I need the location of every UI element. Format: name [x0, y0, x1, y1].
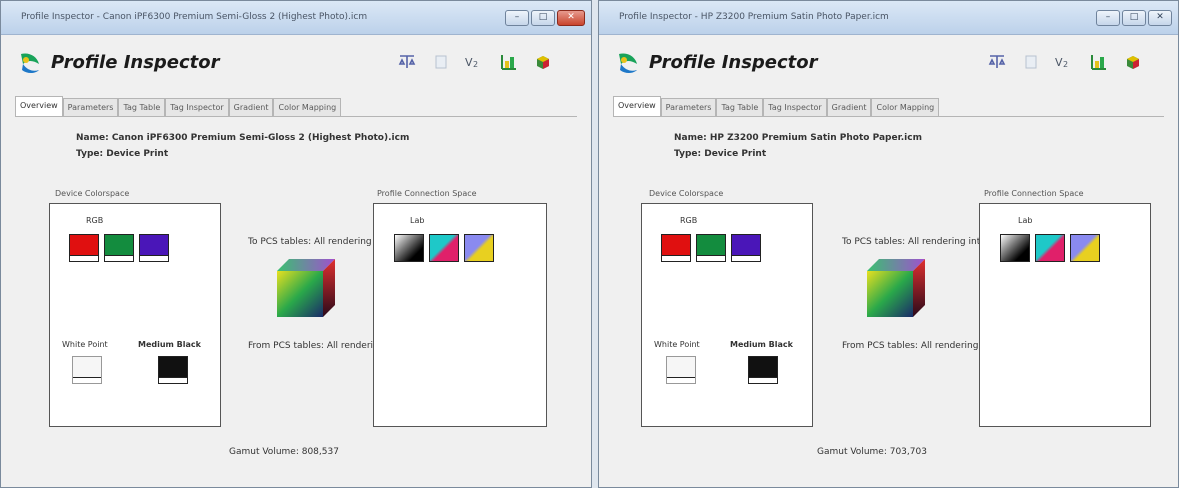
lab-a-swatch[interactable]: [429, 234, 459, 262]
scale-icon[interactable]: [396, 52, 418, 72]
minimize-button[interactable]: –: [505, 10, 529, 26]
white-point-label: White Point: [654, 340, 700, 349]
pcs-value: Lab: [1018, 216, 1033, 225]
tab-gradient[interactable]: Gradient: [826, 98, 872, 116]
tab-gradient[interactable]: Gradient: [228, 98, 274, 116]
overview-content: Name: Canon iPF6300 Premium Semi-Gloss 2…: [15, 117, 577, 487]
red-swatch[interactable]: [69, 234, 99, 262]
toolbar: V2: [396, 52, 554, 72]
profile-name: Name: Canon iPF6300 Premium Semi-Gloss 2…: [76, 133, 410, 143]
white-point-label: White Point: [62, 340, 108, 349]
medium-black-label: Medium Black: [138, 340, 201, 349]
svg-text:2: 2: [1063, 60, 1068, 69]
profile-type: Type: Device Print: [674, 149, 767, 159]
green-swatch[interactable]: [104, 234, 134, 262]
cube-icon[interactable]: [532, 52, 554, 72]
tab-overview[interactable]: Overview: [15, 96, 63, 116]
toolbar: V2: [986, 52, 1144, 72]
screenshot-root: Profile Inspector - Canon iPF6300 Premiu…: [0, 0, 1179, 488]
device-colorspace-label: Device Colorspace: [649, 189, 724, 198]
lab-lightness-swatch[interactable]: [394, 234, 424, 262]
tab-tag-inspector[interactable]: Tag Inspector: [165, 98, 229, 116]
svg-text:V: V: [1055, 56, 1063, 69]
device-colorspace-label: Device Colorspace: [55, 189, 130, 198]
device-colorspace-panel: RGB White Point Medium Black: [49, 203, 221, 427]
medium-black-swatch[interactable]: [158, 356, 188, 384]
gamut-volume: Gamut Volume: 808,537: [229, 447, 339, 457]
device-colorspace-panel: RGB White Point Medium Black: [641, 203, 813, 427]
violet-swatch[interactable]: [139, 234, 169, 262]
cube-icon[interactable]: [1122, 52, 1144, 72]
tab-parameters[interactable]: Parameters: [660, 98, 717, 116]
device-colorspace-value: RGB: [680, 216, 698, 225]
tab-bar: Overview Parameters Tag Table Tag Inspec…: [15, 96, 342, 116]
pcs-panel: Lab: [979, 203, 1151, 427]
device-colorspace-value: RGB: [86, 216, 104, 225]
app-logo-icon: [619, 53, 637, 73]
lab-b-swatch[interactable]: [464, 234, 494, 262]
maximize-button[interactable]: □: [531, 10, 555, 26]
svg-text:2: 2: [473, 60, 478, 69]
title-bar[interactable]: Profile Inspector - Canon iPF6300 Premiu…: [1, 1, 591, 35]
medium-black-label: Medium Black: [730, 340, 793, 349]
tab-bar: Overview Parameters Tag Table Tag Inspec…: [613, 96, 940, 116]
pcs-panel: Lab: [373, 203, 547, 427]
page-icon[interactable]: [1020, 52, 1042, 72]
white-point-swatch[interactable]: [72, 356, 102, 384]
tab-overview[interactable]: Overview: [613, 96, 661, 116]
app-title: Profile Inspector: [51, 52, 220, 73]
chart-icon[interactable]: [498, 52, 520, 72]
lab-b-swatch[interactable]: [1070, 234, 1100, 262]
gamut-cube-icon[interactable]: [273, 255, 339, 321]
gamut-cube-icon[interactable]: [863, 255, 929, 321]
tab-color-mapping[interactable]: Color Mapping: [273, 98, 342, 116]
profile-type: Type: Device Print: [76, 149, 169, 159]
profile-inspector-window-right: Profile Inspector - HP Z3200 Premium Sat…: [598, 0, 1179, 488]
pcs-value: Lab: [410, 216, 425, 225]
profile-name: Name: HP Z3200 Premium Satin Photo Paper…: [674, 133, 922, 143]
window-controls: – □ ✕: [1096, 10, 1172, 26]
green-swatch[interactable]: [696, 234, 726, 262]
pcs-label: Profile Connection Space: [984, 189, 1084, 198]
maximize-button[interactable]: □: [1122, 10, 1146, 26]
app-title: Profile Inspector: [649, 52, 818, 73]
to-pcs-tables-label: To PCS tables: All rendering intents: [842, 237, 1000, 247]
scale-icon[interactable]: [986, 52, 1008, 72]
chart-icon[interactable]: [1088, 52, 1110, 72]
window-title: Profile Inspector - HP Z3200 Premium Sat…: [619, 12, 889, 22]
red-swatch[interactable]: [661, 234, 691, 262]
vmax-icon[interactable]: V2: [1054, 52, 1076, 72]
medium-black-swatch[interactable]: [748, 356, 778, 384]
close-button[interactable]: ✕: [1148, 10, 1172, 26]
app-header: Profile Inspector V2: [1, 36, 591, 91]
white-point-swatch[interactable]: [666, 356, 696, 384]
app-header: Profile Inspector V2: [599, 36, 1178, 91]
window-title: Profile Inspector - Canon iPF6300 Premiu…: [21, 12, 368, 22]
vmax-icon[interactable]: V2: [464, 52, 486, 72]
app-logo-icon: [21, 53, 39, 73]
lab-lightness-swatch[interactable]: [1000, 234, 1030, 262]
gamut-volume: Gamut Volume: 703,703: [817, 447, 927, 457]
tab-tag-inspector[interactable]: Tag Inspector: [763, 98, 827, 116]
minimize-button[interactable]: –: [1096, 10, 1120, 26]
svg-text:V: V: [465, 56, 473, 69]
tab-tag-table[interactable]: Tag Table: [118, 98, 166, 116]
tab-color-mapping[interactable]: Color Mapping: [871, 98, 940, 116]
title-bar[interactable]: Profile Inspector - HP Z3200 Premium Sat…: [599, 1, 1178, 35]
tab-tag-table[interactable]: Tag Table: [716, 98, 764, 116]
pcs-label: Profile Connection Space: [377, 189, 477, 198]
window-controls: – □ ✕: [505, 10, 585, 26]
profile-inspector-window-left: Profile Inspector - Canon iPF6300 Premiu…: [0, 0, 592, 488]
tab-parameters[interactable]: Parameters: [62, 98, 119, 116]
violet-swatch[interactable]: [731, 234, 761, 262]
lab-a-swatch[interactable]: [1035, 234, 1065, 262]
close-button[interactable]: ✕: [557, 10, 585, 26]
page-icon[interactable]: [430, 52, 452, 72]
overview-content: Name: HP Z3200 Premium Satin Photo Paper…: [613, 117, 1164, 487]
